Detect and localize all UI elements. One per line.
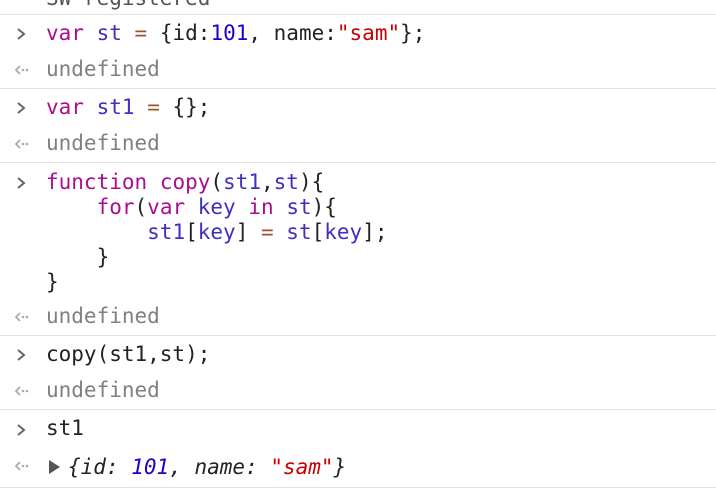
return-arrow-icon <box>12 61 30 79</box>
chevron-right-icon <box>12 174 30 192</box>
console-input-row[interactable]: function copy(st1,st){ for(var key in st… <box>0 162 716 298</box>
code-line: function copy(st1,st){ <box>46 170 325 194</box>
console-input-row[interactable]: st1 <box>0 409 716 447</box>
console-input-row[interactable]: copy(st1,st); <box>0 335 716 372</box>
result-text: undefined <box>46 57 160 81</box>
return-arrow-icon <box>12 457 30 475</box>
console-message-partial: SW registered <box>0 0 716 14</box>
code-line: } <box>46 245 110 269</box>
triangle-right-icon[interactable] <box>49 460 60 474</box>
code-line: st1[key] = st[key]; <box>147 220 388 244</box>
code-line: } <box>46 270 59 294</box>
chevron-right-icon <box>12 421 30 439</box>
console-result-row: undefined <box>0 372 716 409</box>
object-preview[interactable]: {id: 101, name: "sam"} <box>68 455 346 480</box>
return-arrow-icon <box>12 382 30 400</box>
code-line: copy(st1,st); <box>46 342 211 366</box>
code-line: st1 <box>46 416 84 440</box>
result-text: undefined <box>46 304 160 328</box>
code-line: var st = {id:101, name:"sam"}; <box>46 21 426 45</box>
console-result-row: {id: 101, name: "sam"} <box>0 447 716 487</box>
console-panel: SW registered var st = {id:101, name:"sa… <box>0 0 716 495</box>
console-result-row: undefined <box>0 125 716 162</box>
chevron-right-icon <box>12 346 30 364</box>
result-text: undefined <box>46 378 160 402</box>
console-input-row[interactable]: var st1 = {}; <box>0 88 716 125</box>
return-arrow-icon <box>12 135 30 153</box>
chevron-right-icon <box>12 99 30 117</box>
console-divider <box>0 487 716 495</box>
code-line: for(var key in st){ <box>96 195 337 219</box>
console-message-text: SW registered <box>46 0 210 11</box>
result-text: undefined <box>46 131 160 155</box>
chevron-right-icon <box>12 25 30 43</box>
console-result-row: undefined <box>0 51 716 88</box>
console-result-row: undefined <box>0 298 716 335</box>
code-line: var st1 = {}; <box>46 95 211 119</box>
console-input-row[interactable]: var st = {id:101, name:"sam"}; <box>0 14 716 51</box>
return-arrow-icon <box>12 308 30 326</box>
